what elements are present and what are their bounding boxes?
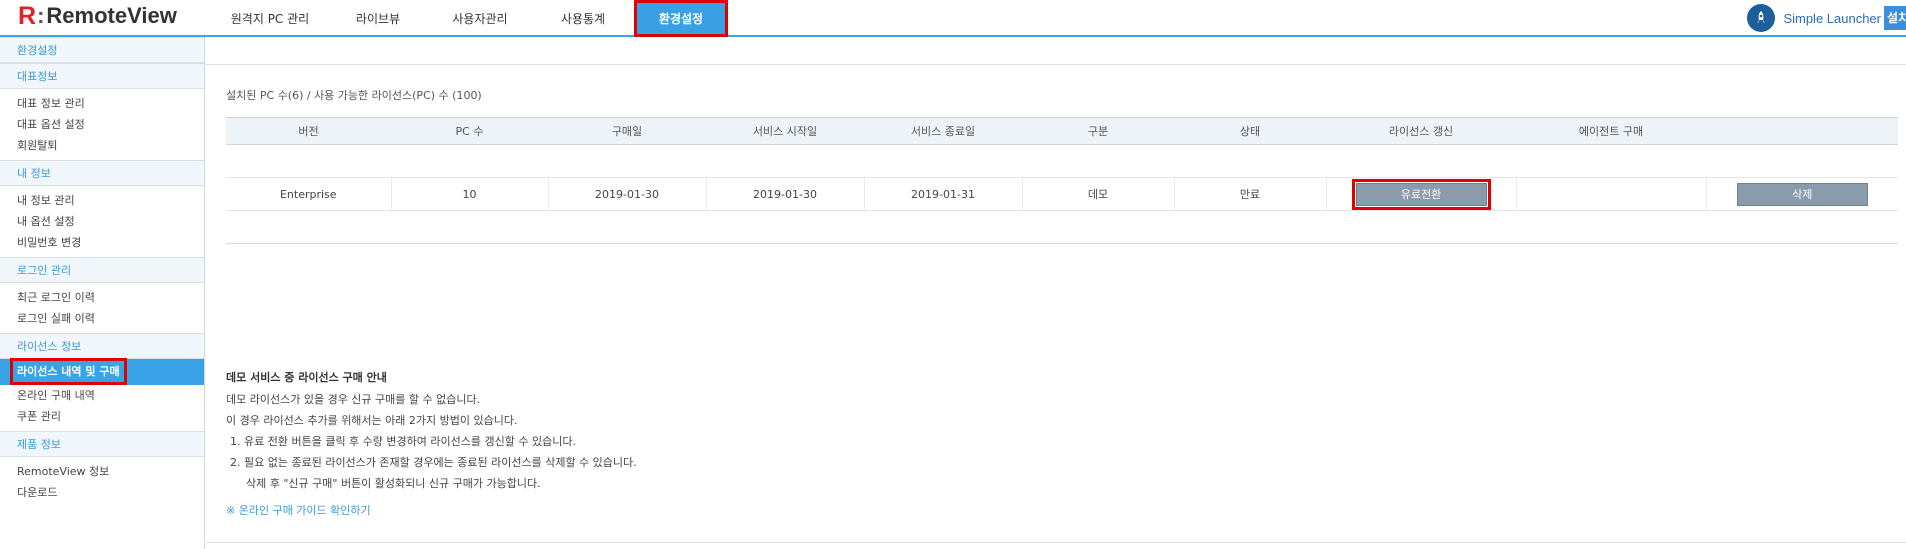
purchase-notice: 데모 서비스 중 라이선스 구매 안내 데모 라이선스가 있을 경우 신규 구매…: [226, 367, 637, 521]
sidebar-item-login-failure[interactable]: 로그인 실패 이력: [0, 308, 204, 329]
cell-version: Enterprise: [226, 177, 392, 211]
content-bottom-border: [206, 542, 1906, 543]
sidebar-header-product-info[interactable]: 제품 정보: [0, 431, 204, 457]
sidebar-item-coupon[interactable]: 쿠폰 관리: [0, 406, 204, 427]
launcher-label: Simple Launcher: [1783, 10, 1881, 26]
cell-pc-count: 10: [391, 177, 549, 211]
col-version: 버전: [226, 117, 391, 145]
sidebar-item-company-options[interactable]: 대표 옵션 설정: [0, 114, 204, 135]
cell-agent-purchase: [1516, 177, 1707, 211]
nav-user-management[interactable]: 사용자관리: [428, 0, 532, 37]
sidebar-item-recent-login[interactable]: 최근 로그인 이력: [0, 287, 204, 308]
col-purchase-date: 구매일: [548, 117, 706, 145]
nav-liveview[interactable]: 라이브뷰: [328, 0, 428, 37]
license-table: 버전 PC 수 구매일 서비스 시작일 서비스 종료일 구분 상태 라이선스 갱…: [226, 117, 1898, 244]
table-spacer-row: [226, 144, 1898, 178]
nav-statistics[interactable]: 사용통계: [532, 0, 634, 37]
sidebar-item-my-info-manage[interactable]: 내 정보 관리: [0, 190, 204, 211]
purchase-guide-link[interactable]: ※ 온라인 구매 가이드 확인하기: [226, 500, 637, 521]
sidebar-header-company-info[interactable]: 대표정보: [0, 63, 204, 89]
notice-step-2-detail: 삭제 후 "신규 구매" 버튼이 활성화되니 신규 구매가 가능합니다.: [246, 477, 541, 490]
sidebar-item-company-info-manage[interactable]: 대표 정보 관리: [0, 93, 204, 114]
col-status: 상태: [1174, 117, 1326, 145]
app-logo[interactable]: R : RemoteView: [18, 2, 177, 30]
sidebar-header-login-management[interactable]: 로그인 관리: [0, 257, 204, 283]
table-row: Enterprise 10 2019-01-30 2019-01-30 2019…: [226, 177, 1898, 211]
cell-end-date: 2019-01-31: [864, 177, 1023, 211]
nav-settings[interactable]: 환경설정: [634, 0, 728, 37]
cell-start-date: 2019-01-30: [706, 177, 865, 211]
license-summary: 설치된 PC 수(6) / 사용 가능한 라이선스(PC) 수 (100): [226, 89, 482, 102]
sidebar-item-my-options[interactable]: 내 옵션 설정: [0, 211, 204, 232]
sidebar-item-download[interactable]: 다운로드: [0, 482, 204, 503]
sidebar-item-label: 라이선스 내역 및 구매: [10, 358, 127, 385]
notice-line: 이 경우 라이선스 추가를 위해서는 아래 2가지 방법이 있습니다.: [226, 414, 518, 427]
cell-renew: 유료전환: [1326, 177, 1517, 211]
sidebar-item-online-purchase[interactable]: 온라인 구매 내역: [0, 385, 204, 406]
col-agent-purchase: 에이전트 구매: [1516, 117, 1706, 145]
convert-to-paid-button[interactable]: 유료전환: [1351, 178, 1491, 210]
simple-launcher[interactable]: Simple Launcher 설치: [1747, 4, 1906, 32]
notice-step-2: 2. 필요 없는 종료된 라이선스가 존재할 경우에는 종료된 라이선스를 삭제…: [230, 456, 637, 469]
sidebar-header-settings[interactable]: 환경설정: [0, 37, 204, 63]
rocket-icon: [1747, 4, 1776, 32]
content-header-strip: [206, 37, 1906, 65]
col-pc-count: PC 수: [391, 117, 548, 145]
cell-actions: 삭제: [1706, 177, 1898, 211]
col-type: 구분: [1022, 117, 1174, 145]
top-bar: R : RemoteView 원격지 PC 관리 라이브뷰 사용자관리 사용통계…: [0, 0, 1906, 37]
main-content: 설치된 PC 수(6) / 사용 가능한 라이선스(PC) 수 (100) 버전…: [206, 37, 1906, 549]
table-footer-row: [226, 210, 1898, 244]
logo-colon: :: [37, 3, 45, 28]
col-start-date: 서비스 시작일: [706, 117, 864, 145]
cell-type: 데모: [1022, 177, 1175, 211]
sidebar-header-my-info[interactable]: 내 정보: [0, 160, 204, 186]
table-header-row: 버전 PC 수 구매일 서비스 시작일 서비스 종료일 구분 상태 라이선스 갱…: [226, 117, 1898, 145]
col-actions: [1706, 117, 1898, 145]
cell-status: 만료: [1174, 177, 1327, 211]
sidebar-item-remoteview-info[interactable]: RemoteView 정보: [0, 461, 204, 482]
cell-purchase-date: 2019-01-30: [548, 177, 707, 211]
nav-remote-pc[interactable]: 원격지 PC 관리: [212, 0, 328, 37]
sidebar-header-license-info[interactable]: 라이선스 정보: [0, 333, 204, 359]
sidebar-item-withdraw[interactable]: 회원탈퇴: [0, 135, 204, 156]
logo-mark: R: [18, 1, 36, 30]
sidebar-item-license-history[interactable]: 라이선스 내역 및 구매: [0, 358, 204, 385]
col-end-date: 서비스 종료일: [864, 117, 1022, 145]
logo-text: RemoteView: [46, 3, 177, 28]
col-renew: 라이선스 갱신: [1326, 117, 1516, 145]
delete-button[interactable]: 삭제: [1736, 182, 1868, 206]
notice-title: 데모 서비스 중 라이선스 구매 안내: [226, 371, 387, 384]
main-nav: 원격지 PC 관리 라이브뷰 사용자관리 사용통계 환경설정: [212, 0, 728, 37]
launcher-setup-button[interactable]: 설치: [1884, 6, 1906, 30]
notice-step-1: 1. 유료 전환 버튼을 클릭 후 수량 변경하여 라이선스를 갱신할 수 있습…: [230, 435, 576, 448]
notice-line: 데모 라이선스가 있을 경우 신규 구매를 할 수 없습니다.: [226, 393, 481, 406]
sidebar-item-change-password[interactable]: 비밀번호 변경: [0, 232, 204, 253]
sidebar: 환경설정 대표정보 대표 정보 관리 대표 옵션 설정 회원탈퇴 내 정보 내 …: [0, 37, 205, 549]
